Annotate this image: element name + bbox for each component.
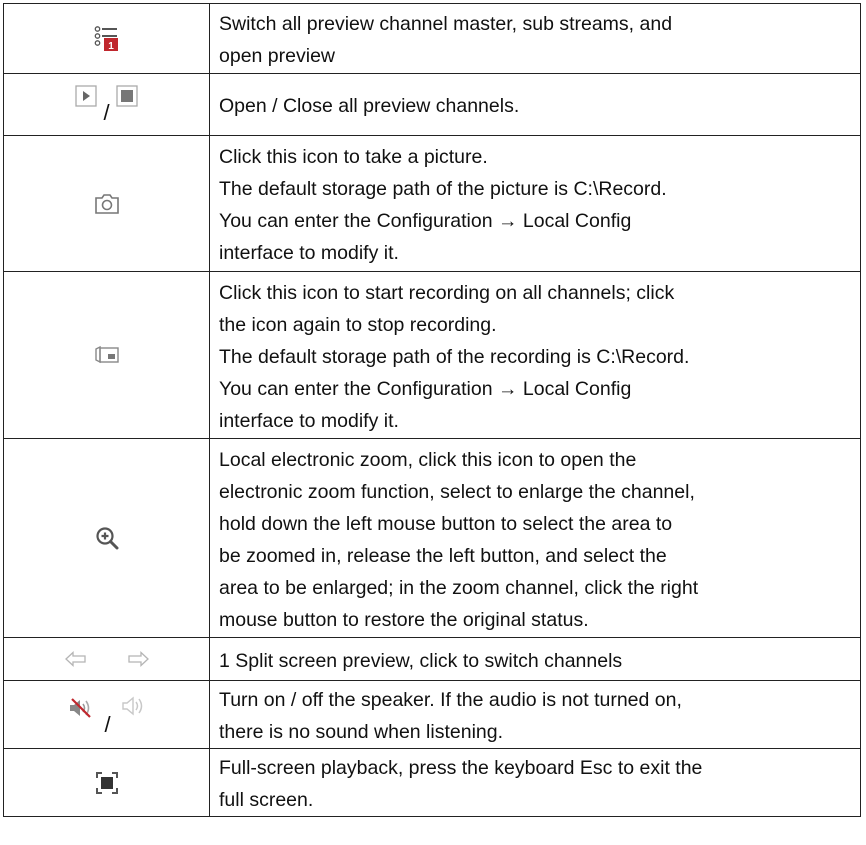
description-line: You can enter the Configuration → Local …	[219, 377, 632, 400]
description-line: area to be enlarged; in the zoom channel…	[219, 576, 699, 599]
description-line: interface to modify it.	[219, 409, 399, 432]
table-row: Click this icon to start recording on al…	[3, 271, 861, 439]
speaker-muted-icon	[68, 697, 94, 719]
icon-cell	[3, 438, 210, 638]
description-line: 1 Split screen preview, click to switch …	[219, 649, 623, 672]
description-cell: Turn on / off the speaker. If the audio …	[209, 680, 861, 749]
play-all-icon	[75, 84, 98, 107]
description-cell: Open / Close all preview channels.	[209, 73, 861, 136]
svg-text:1: 1	[108, 41, 114, 52]
description-cell: Full-screen playback, press the keyboard…	[209, 748, 861, 817]
description-line: be zoomed in, release the left button, a…	[219, 544, 667, 567]
description-line: The default storage path of the recordin…	[219, 345, 690, 368]
description-line: electronic zoom function, select to enla…	[219, 480, 695, 503]
icon-cell	[3, 748, 210, 817]
icon-cell	[3, 271, 210, 439]
arrow-left-icon	[64, 651, 87, 667]
table-row: 1 Switch all preview channel master, sub…	[3, 3, 861, 74]
description-line: You can enter the Configuration → Local …	[219, 210, 632, 232]
description-line: hold down the left mouse button to selec…	[219, 512, 673, 535]
icon-cell: 1	[3, 3, 210, 74]
icon-description-table: 1 Switch all preview channel master, sub…	[3, 3, 861, 817]
table-row: / Turn on / off the speaker. If the audi…	[3, 680, 861, 749]
description-line: Turn on / off the speaker. If the audio …	[219, 689, 682, 711]
stop-all-icon	[115, 84, 138, 107]
description-line: Open / Close all preview channels.	[219, 95, 520, 117]
icon-cell: /	[3, 73, 210, 136]
description-cell: 1 Split screen preview, click to switch …	[209, 637, 861, 681]
description-line: Click this icon to start recording on al…	[219, 281, 675, 304]
table-row: / Open / Close all preview channels.	[3, 73, 861, 136]
icon-cell: /	[3, 680, 210, 749]
table-row: 1 Split screen preview, click to switch …	[3, 637, 861, 681]
icon-cell	[3, 637, 210, 681]
description-line: Local electronic zoom, click this icon t…	[219, 448, 637, 471]
description-line: Switch all preview channel master, sub s…	[219, 13, 673, 35]
description-line: there is no sound when listening.	[219, 721, 504, 743]
description-line: Full-screen playback, press the keyboard…	[219, 757, 703, 779]
camera-snapshot-icon	[94, 193, 120, 215]
arrow-right-icon	[127, 651, 149, 667]
description-cell: Click this icon to start recording on al…	[209, 271, 861, 439]
description-cell: Switch all preview channel master, sub s…	[209, 3, 861, 74]
table-row: Full-screen playback, press the keyboard…	[3, 748, 861, 817]
description-line: Click this icon to take a picture.	[219, 146, 488, 168]
description-line: the icon again to stop recording.	[219, 313, 497, 336]
table-row: Click this icon to take a picture. The d…	[3, 135, 861, 272]
stream-switch-icon: 1	[94, 25, 120, 52]
description-line: interface to modify it.	[219, 242, 399, 264]
icon-separator: /	[103, 99, 110, 125]
zoom-in-icon	[95, 526, 119, 550]
fullscreen-icon	[95, 771, 119, 795]
description-line: mouse button to restore the original sta…	[219, 608, 589, 631]
description-line: The default storage path of the picture …	[219, 178, 667, 200]
icon-separator: /	[104, 711, 111, 737]
record-all-icon	[94, 345, 120, 365]
description-cell: Click this icon to take a picture. The d…	[209, 135, 861, 272]
description-line: full screen.	[219, 789, 314, 811]
speaker-on-icon	[121, 695, 145, 717]
table-row: Local electronic zoom, click this icon t…	[3, 438, 861, 638]
description-cell: Local electronic zoom, click this icon t…	[209, 438, 861, 638]
description-line: open preview	[219, 45, 335, 67]
icon-cell	[3, 135, 210, 272]
